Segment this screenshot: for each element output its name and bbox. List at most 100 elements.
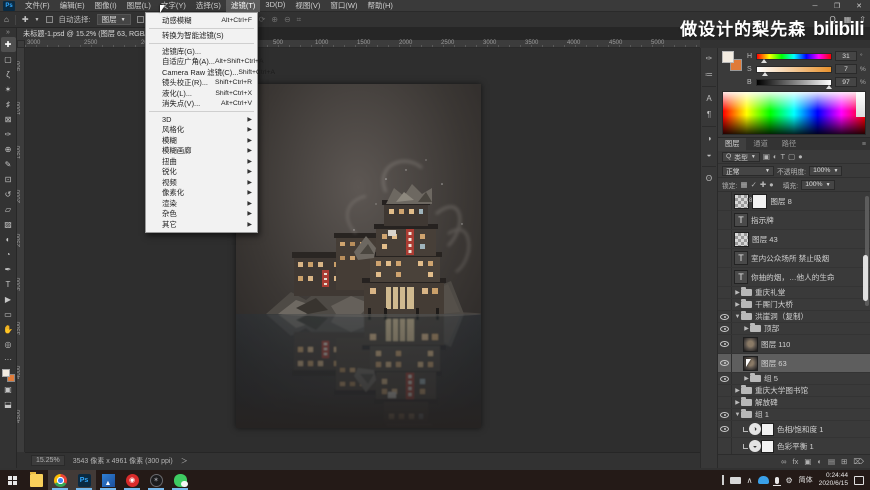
layer-row[interactable]: ▶组 5	[718, 373, 870, 385]
shape-tool[interactable]: ▭	[1, 307, 16, 322]
expand-group-icon[interactable]: ▶	[734, 387, 741, 394]
hue-slider[interactable]	[756, 53, 832, 60]
marquee-tool[interactable]: ▢	[1, 52, 16, 67]
filter-pixel-icon[interactable]: ▣	[763, 152, 770, 161]
touch-keyboard-icon[interactable]	[722, 475, 724, 485]
filter-smart-icon[interactable]: ●	[798, 152, 803, 161]
menu-视图(V)[interactable]: 视图(V)	[290, 0, 325, 12]
layer-mask-thumbnail[interactable]	[761, 440, 774, 453]
magic-wand-tool[interactable]: ✶	[1, 82, 16, 97]
menu-文件(F)[interactable]: 文件(F)	[20, 0, 55, 12]
layer-row[interactable]: ▶解放碑	[718, 397, 870, 409]
clone-stamp-tool[interactable]: ⊡	[1, 172, 16, 187]
paragraph-panel-icon[interactable]: ¶	[702, 108, 716, 121]
fill-dropdown[interactable]: 100%▼	[801, 180, 834, 190]
foreground-color-icon[interactable]	[2, 369, 10, 377]
gradient-tool[interactable]: ▨	[1, 217, 16, 232]
menu-窗口(W)[interactable]: 窗口(W)	[325, 0, 362, 12]
filter-menu-item[interactable]: 风格化▶	[146, 125, 257, 136]
foreground-color-swatch[interactable]	[722, 51, 734, 63]
menu-图像(I)[interactable]: 图像(I)	[90, 0, 122, 12]
lock-pixels-icon[interactable]: ✓	[751, 180, 757, 189]
layer-row[interactable]: 图层 63	[718, 354, 870, 373]
lasso-tool[interactable]: ζ	[1, 67, 16, 82]
expand-group-icon[interactable]: ▶	[743, 375, 750, 382]
filter-menu-item[interactable]: 锐化▶	[146, 167, 257, 178]
close-button[interactable]: ✕	[848, 0, 870, 12]
visibility-toggle[interactable]	[718, 421, 732, 437]
obs-icon[interactable]: ✶	[144, 470, 168, 490]
wechat-icon[interactable]	[168, 470, 192, 490]
properties-panel-icon[interactable]: ≔	[702, 68, 716, 81]
filter-menu-item[interactable]: 模糊画廊▶	[146, 146, 257, 157]
link-layers-icon[interactable]: ∞	[781, 457, 786, 466]
hand-tool[interactable]: ✋	[1, 322, 16, 337]
visibility-toggle[interactable]	[718, 230, 732, 248]
visibility-toggle[interactable]	[718, 192, 732, 210]
photos-icon[interactable]: ▲	[96, 470, 120, 490]
hidden-icons-chevron[interactable]: ∧	[747, 476, 753, 485]
layer-row[interactable]: ▼组 1	[718, 409, 870, 421]
layer-row[interactable]: ▶重庆礼堂	[718, 287, 870, 299]
filter-menu-item[interactable]: 扭曲▶	[146, 156, 257, 167]
layer-row[interactable]: ▼洪崖洞（复制）	[718, 311, 870, 323]
collapse-group-icon[interactable]: ▼	[734, 314, 741, 320]
show-transform-checkbox[interactable]	[137, 16, 144, 23]
menu-选择(S)[interactable]: 选择(S)	[191, 0, 226, 12]
filter-menu-item[interactable]: 滤镜库(G)...	[146, 46, 257, 57]
layer-row[interactable]: 图层 110	[718, 335, 870, 354]
layer-row[interactable]: ◒色彩平衡 1	[718, 438, 870, 454]
edit-toolbar[interactable]: ···	[1, 352, 16, 367]
hue-value[interactable]: 31	[835, 51, 857, 61]
saturation-value[interactable]: 7	[835, 64, 857, 74]
vertical-ruler[interactable]: 50010001500200025003000350040004500	[17, 48, 25, 452]
visibility-toggle[interactable]	[718, 354, 732, 372]
eraser-tool[interactable]: ▱	[1, 202, 16, 217]
filter-menu-item[interactable]: 动感模糊Alt+Ctrl+F	[146, 15, 257, 26]
libraries-panel-icon[interactable]: ◒	[702, 148, 716, 161]
visibility-toggle[interactable]	[718, 311, 732, 322]
filter-menu-item[interactable]: 转换为智能滤镜(S)	[146, 31, 257, 42]
auto-select-checkbox[interactable]	[46, 16, 53, 23]
filter-menu-item[interactable]: 视频▶	[146, 177, 257, 188]
collapse-group-icon[interactable]: ▼	[734, 412, 741, 418]
home-icon[interactable]: ⌂	[4, 15, 9, 24]
brightness-slider[interactable]	[756, 79, 832, 86]
dodge-tool[interactable]: ◔	[1, 247, 16, 262]
filter-menu-item[interactable]: Camera Raw 滤镜(C)...Shift+Ctrl+A	[146, 67, 257, 78]
ruler-origin[interactable]	[17, 40, 25, 48]
visibility-toggle[interactable]	[718, 211, 732, 229]
microphone-icon[interactable]	[775, 477, 779, 484]
panel-menu-icon[interactable]: ≡	[862, 141, 866, 148]
notification-center-icon[interactable]	[854, 476, 864, 485]
filter-menu-item[interactable]: 3D▶	[146, 114, 257, 125]
panel-tab-图层[interactable]: 图层	[718, 138, 746, 151]
recorder-icon[interactable]: ◉	[120, 470, 144, 490]
menu-帮助(H)[interactable]: 帮助(H)	[363, 0, 398, 12]
status-chevron-icon[interactable]: ＞	[181, 456, 188, 466]
chevron-down-icon[interactable]: ▼	[35, 17, 40, 23]
learn-panel-icon[interactable]: ʘ	[702, 172, 716, 185]
visibility-toggle[interactable]	[718, 373, 732, 384]
zoom-level[interactable]: 15.25%	[31, 455, 65, 466]
horizontal-ruler[interactable]: 3000250020001500500100015002000250030003…	[25, 40, 700, 48]
crop-tool[interactable]: ♯	[1, 97, 16, 112]
layer-mask-thumbnail[interactable]	[752, 194, 767, 209]
visibility-toggle[interactable]	[718, 323, 732, 334]
filter-type-icon[interactable]: T	[780, 152, 785, 161]
restore-button[interactable]: ❐	[826, 0, 848, 12]
menu-3D(D)[interactable]: 3D(D)	[260, 0, 290, 12]
filter-menu-item[interactable]: 消失点(V)...Alt+Ctrl+V	[146, 99, 257, 110]
filter-menu-item[interactable]: 自适应广角(A)...Alt+Shift+Ctrl+A	[146, 57, 257, 68]
history-brush-tool[interactable]: ↺	[1, 187, 16, 202]
visibility-toggle[interactable]	[718, 268, 732, 286]
layer-row[interactable]: T室内公众场所 禁止吸烟	[718, 249, 870, 268]
filter-adjustment-icon[interactable]: ◐	[773, 152, 778, 161]
keyboard-icon[interactable]	[730, 477, 741, 484]
history-panel-icon[interactable]: ✑	[702, 52, 716, 65]
opacity-dropdown[interactable]: 100%▼	[809, 166, 842, 176]
3d-roll-icon[interactable]: ⟳	[259, 15, 266, 24]
visibility-toggle[interactable]	[718, 335, 732, 353]
screen-mode-icon[interactable]: ⬓	[1, 397, 16, 412]
expand-group-icon[interactable]: ▶	[734, 399, 741, 406]
